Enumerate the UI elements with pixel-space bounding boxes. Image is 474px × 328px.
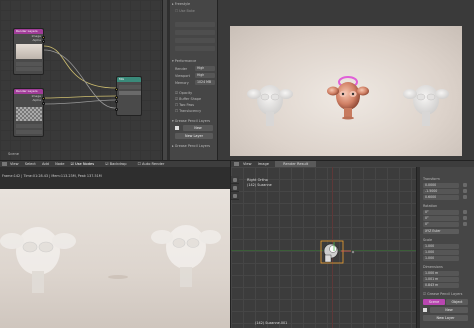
- node-preview-checker: [16, 107, 42, 121]
- use-bake-row[interactable]: ☐ Use Bake: [175, 8, 213, 14]
- editor-type-icon[interactable]: [2, 162, 7, 166]
- rot-x-field[interactable]: 0°: [423, 210, 459, 215]
- rotation-mode-dropdown[interactable]: XYZ Euler: [423, 229, 459, 234]
- scene-label: Scene: [8, 152, 19, 156]
- output-socket[interactable]: [42, 102, 45, 105]
- node-editor[interactable]: Render Layers Image Alpha Render Layers …: [0, 0, 162, 160]
- lock-icon[interactable]: [463, 216, 467, 220]
- render-layers-node[interactable]: Render Layers Image Alpha: [13, 28, 45, 75]
- properties-panel[interactable]: ▸ Freestyle ☐ Use Bake ▾ Performance Ren…: [162, 0, 218, 160]
- input-socket[interactable]: [115, 96, 118, 99]
- input-socket[interactable]: [115, 100, 118, 103]
- pencil-icon[interactable]: [175, 126, 179, 130]
- socket-label-alpha: Alpha: [32, 98, 41, 102]
- dim-z-field[interactable]: 0.843 m: [423, 283, 459, 288]
- suzanne-models: [247, 76, 449, 126]
- prop-value[interactable]: High: [195, 73, 215, 78]
- image-editor-header[interactable]: View Image Render Result: [230, 160, 474, 167]
- pencil-icon[interactable]: [423, 308, 427, 312]
- render-layers-node[interactable]: Render Layers Image Alpha: [13, 88, 45, 137]
- freestyle-header[interactable]: ▸ Freestyle: [172, 1, 213, 7]
- node-dropdown[interactable]: [16, 124, 42, 128]
- lock-icon[interactable]: [463, 195, 467, 199]
- scale-z-field[interactable]: 1.000: [423, 256, 459, 261]
- section-header: Scale: [423, 238, 433, 242]
- lock-icon[interactable]: [463, 210, 467, 214]
- rot-y-field[interactable]: 0°: [423, 216, 459, 221]
- loc-y-field[interactable]: -1.5000: [423, 189, 459, 194]
- new-button[interactable]: New: [183, 125, 213, 131]
- section-header: Rotation: [423, 204, 438, 208]
- output-socket[interactable]: [42, 40, 45, 43]
- field-empty[interactable]: [175, 46, 215, 51]
- 3d-viewport[interactable]: Right Ortho (142) Suzanne (142) Suzanne.…: [230, 167, 416, 328]
- mix-node[interactable]: Mix: [115, 76, 142, 116]
- node-editor-header[interactable]: View Select Add Node ☑ Use Nodes ☑ Backd…: [0, 160, 230, 167]
- field-empty[interactable]: [175, 30, 215, 35]
- section-header: Transform: [423, 177, 440, 181]
- node-title: Mix: [117, 77, 141, 82]
- new-button[interactable]: New: [430, 307, 468, 313]
- lock-icon[interactable]: [463, 183, 467, 187]
- editor-type-icon[interactable]: [234, 162, 239, 166]
- loc-z-field[interactable]: 0.6000: [423, 195, 459, 200]
- image-editor[interactable]: Frame:142 | Time:01:28.43 | Mem:113.23M,…: [0, 167, 230, 328]
- scene-source-button[interactable]: Scene: [423, 299, 445, 305]
- output-socket[interactable]: [42, 36, 45, 39]
- scale-y-field[interactable]: 1.000: [423, 250, 459, 255]
- n-panel[interactable]: Transform 0.0000 -1.5000 0.6000 Rotation…: [416, 167, 474, 328]
- grease-pencil-header[interactable]: ☑ Grease Pencil Layers: [423, 291, 470, 297]
- socket-label-alpha: Alpha: [32, 38, 41, 42]
- render-status: Frame:142 | Time:01:28.43 | Mem:113.23M,…: [2, 174, 102, 178]
- node-dropdown[interactable]: [16, 130, 42, 134]
- new-layer-button[interactable]: New Layer: [175, 133, 213, 139]
- render-preview: [218, 0, 474, 160]
- node-dropdown[interactable]: [16, 62, 42, 66]
- new-layer-button[interactable]: New Layer: [423, 315, 468, 321]
- collapsed-header[interactable]: ▸ Grease Pencil Layers: [172, 143, 213, 149]
- output-socket[interactable]: [42, 97, 45, 100]
- dim-y-field[interactable]: 1.001 m: [423, 277, 459, 282]
- section-header: Dimensions: [423, 265, 443, 269]
- input-socket[interactable]: [115, 108, 118, 111]
- field-empty[interactable]: [175, 22, 215, 27]
- loc-x-field[interactable]: 0.0000: [423, 183, 459, 188]
- node-preview: [16, 44, 42, 59]
- rot-z-field[interactable]: 0°: [423, 222, 459, 227]
- lock-icon[interactable]: [463, 222, 467, 226]
- input-socket[interactable]: [115, 88, 118, 91]
- dim-x-field[interactable]: 1.000 m: [423, 271, 459, 276]
- render-zoomed-suzannes: [0, 225, 221, 293]
- prop-value[interactable]: High: [195, 66, 215, 71]
- performance-header[interactable]: ▾ Performance: [172, 58, 213, 64]
- scale-x-field[interactable]: 1.000: [423, 244, 459, 249]
- field-empty[interactable]: [175, 38, 215, 43]
- node-dropdown[interactable]: [16, 67, 42, 71]
- prop-value[interactable]: 1024 MB: [195, 80, 215, 85]
- grease-pencil-header[interactable]: ▾ Grease Pencil Layers: [172, 118, 213, 124]
- viewport-bottom-status: (142) Suzanne.001: [255, 321, 288, 325]
- viewport-objects: [320, 240, 355, 264]
- object-source-button[interactable]: Object: [446, 299, 468, 305]
- checkbox-row[interactable]: ☐ Translucency: [175, 108, 213, 114]
- lock-icon[interactable]: [463, 189, 467, 193]
